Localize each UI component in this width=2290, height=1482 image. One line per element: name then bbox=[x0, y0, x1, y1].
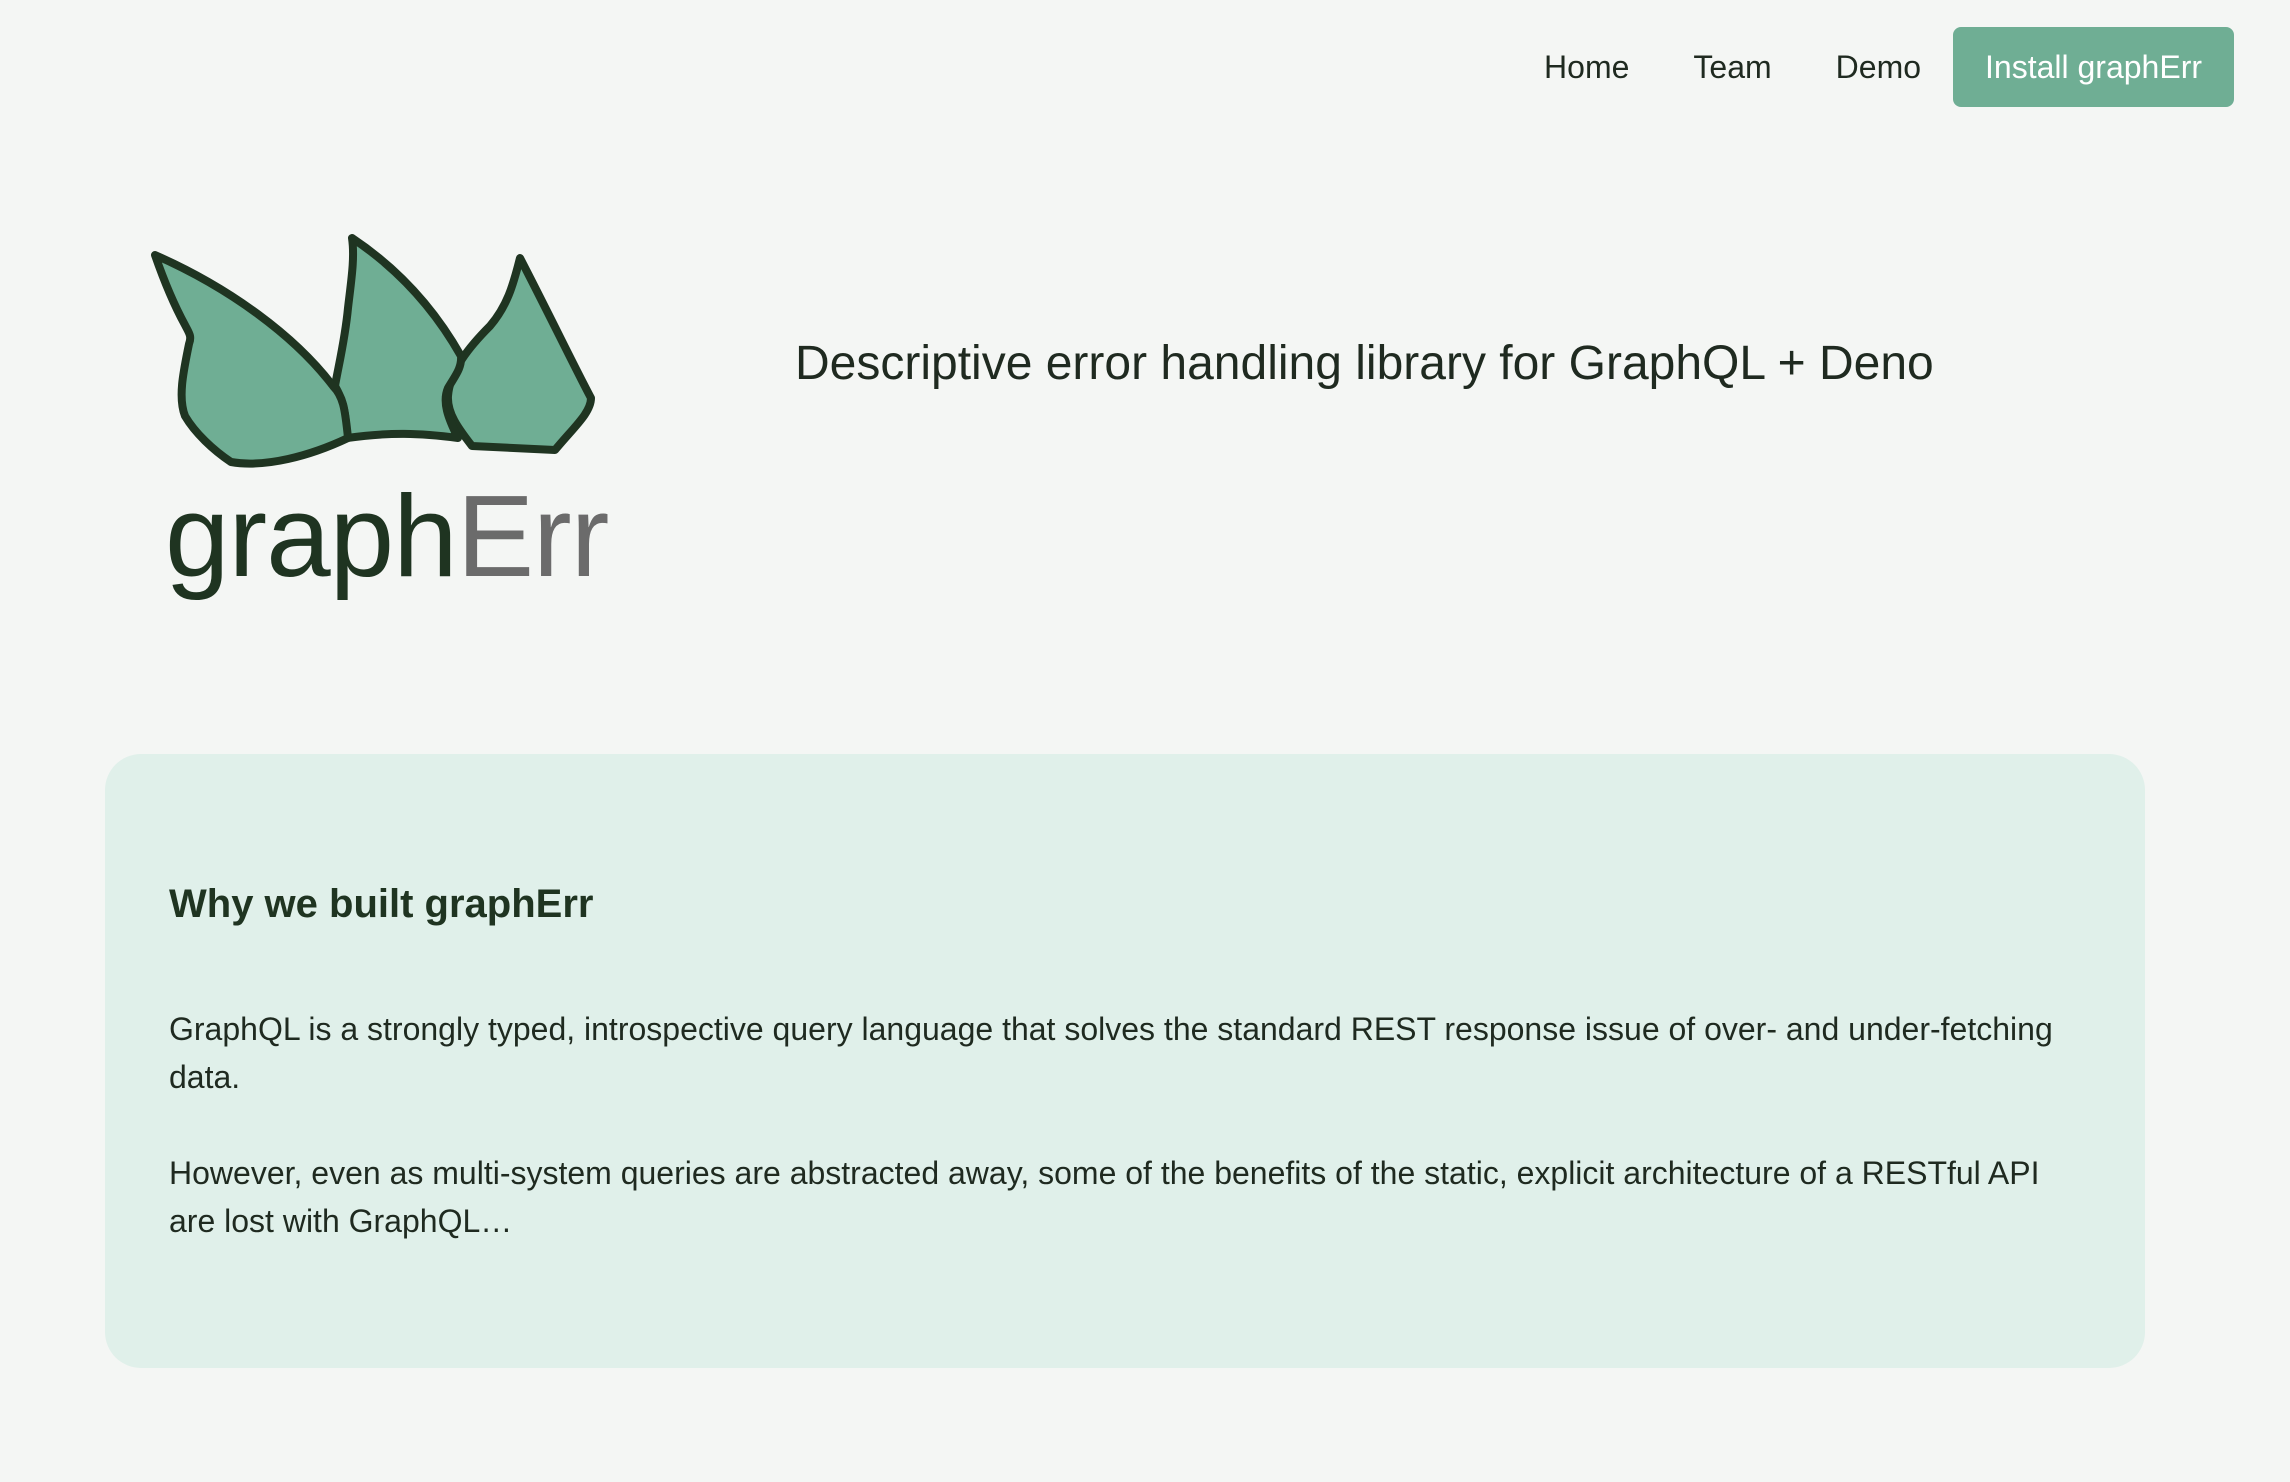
plant-leaves-icon bbox=[151, 234, 595, 468]
card-title: Why we built graphErr bbox=[169, 882, 594, 926]
logo-word-graph: graph bbox=[165, 471, 458, 601]
logo-word-err: Err bbox=[456, 471, 610, 601]
card-paragraph-1: GraphQL is a strongly typed, introspecti… bbox=[169, 1011, 2053, 1095]
top-nav: Home Team Demo Install graphErr bbox=[1544, 27, 2234, 107]
nav-link-team[interactable]: Team bbox=[1693, 49, 1771, 86]
nav-link-demo[interactable]: Demo bbox=[1836, 49, 1921, 86]
logo-wordmark: graphErr bbox=[165, 478, 609, 594]
hero-tagline: Descriptive error handling library for G… bbox=[795, 337, 1934, 390]
logo[interactable]: graphErr bbox=[145, 228, 615, 608]
card-paragraph-2: However, even as multi-system queries ar… bbox=[169, 1155, 2040, 1239]
why-card: Why we built graphErr GraphQL is a stron… bbox=[105, 754, 2145, 1368]
install-button[interactable]: Install graphErr bbox=[1953, 27, 2234, 107]
nav-link-home[interactable]: Home bbox=[1544, 49, 1629, 86]
